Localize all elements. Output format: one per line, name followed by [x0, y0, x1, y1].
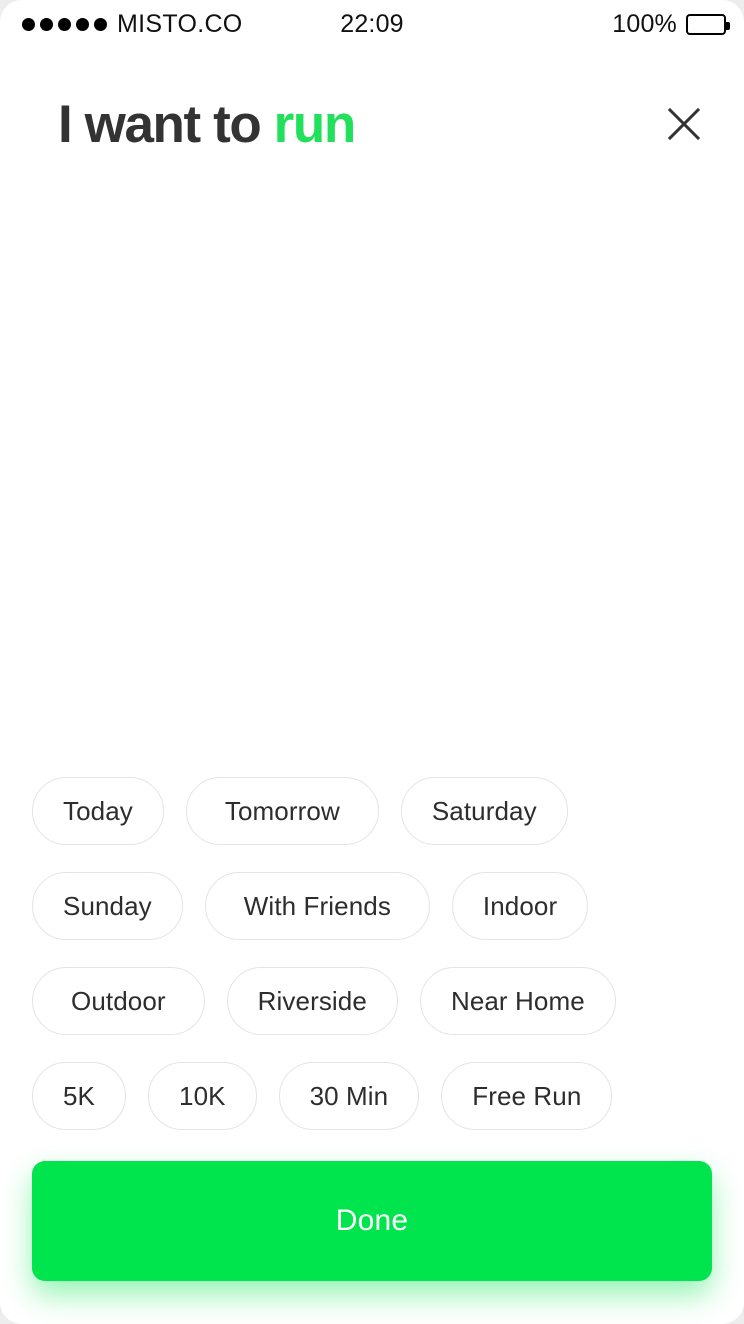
chip-saturday[interactable]: Saturday	[400, 777, 568, 845]
chip-30-min[interactable]: 30 Min	[278, 1062, 420, 1130]
close-icon	[667, 107, 701, 141]
chip-riverside[interactable]: Riverside	[226, 967, 398, 1035]
chip-row: Outdoor Riverside Near Home	[32, 967, 712, 1035]
carrier-label: MISTO.CO	[117, 9, 243, 38]
chip-outdoor[interactable]: Outdoor	[32, 967, 205, 1035]
page-title-accent: run	[273, 94, 357, 154]
chip-tomorrow[interactable]: Tomorrow	[185, 777, 379, 845]
chip-today[interactable]: Today	[32, 777, 164, 845]
battery-icon	[686, 13, 730, 35]
chip-near-home[interactable]: Near Home	[419, 967, 616, 1035]
chip-row: 5K 10K 30 Min Free Run	[32, 1062, 712, 1130]
chip-row: Sunday With Friends Indoor	[32, 872, 712, 940]
status-bar: MISTO.CO 22:09 100%	[0, 0, 744, 48]
signal-strength-icon	[22, 17, 107, 31]
page-header: I want to run	[0, 82, 744, 166]
page-title-prefix: I want to	[58, 94, 274, 154]
chip-row: Today Tomorrow Saturday	[32, 777, 712, 845]
close-button[interactable]	[656, 96, 712, 152]
phone-screen: MISTO.CO 22:09 100% I want to run Today …	[0, 0, 744, 1324]
main-content-area	[0, 166, 744, 1324]
chip-5k[interactable]: 5K	[32, 1062, 127, 1130]
chip-free-run[interactable]: Free Run	[441, 1062, 613, 1130]
chip-with-friends[interactable]: With Friends	[204, 872, 430, 940]
page-title: I want to run	[58, 94, 357, 154]
chip-sunday[interactable]: Sunday	[32, 872, 183, 940]
battery-percent-label: 100%	[612, 9, 677, 38]
done-button[interactable]: Done	[32, 1161, 712, 1281]
status-bar-right: 100%	[612, 9, 730, 39]
chip-10k[interactable]: 10K	[148, 1062, 257, 1130]
status-bar-left: MISTO.CO	[22, 10, 243, 39]
chip-indoor[interactable]: Indoor	[451, 872, 589, 940]
suggestion-chips: Today Tomorrow Saturday Sunday With Frie…	[32, 777, 712, 1130]
